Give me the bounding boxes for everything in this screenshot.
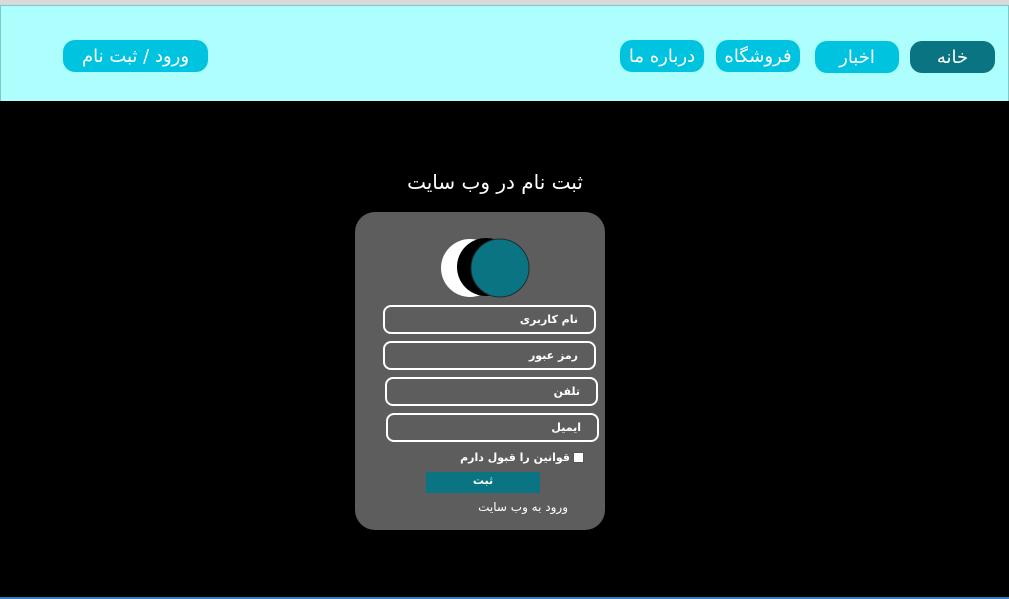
site-header: خانه اخبار فروشگاه درباره ما ورود / ثبت … bbox=[0, 5, 1009, 102]
password-placeholder: رمز عبور bbox=[528, 349, 578, 362]
logo-circle-teal bbox=[470, 238, 530, 298]
page-title: ثبت نام در وب سایت bbox=[407, 170, 583, 194]
phone-field[interactable]: تلفن bbox=[385, 377, 598, 406]
login-link[interactable]: ورود به وب سایت bbox=[460, 500, 568, 514]
password-field[interactable]: رمز عبور bbox=[383, 341, 596, 370]
nav-auth-button[interactable]: ورود / ثبت نام bbox=[63, 40, 208, 72]
username-placeholder: نام کاربری bbox=[519, 313, 578, 326]
phone-placeholder: تلفن bbox=[553, 385, 580, 398]
terms-row: قوانین را قبول دارم bbox=[460, 449, 584, 465]
logo-icon bbox=[441, 238, 530, 298]
email-placeholder: ایمیل bbox=[551, 421, 581, 434]
terms-checkbox[interactable] bbox=[573, 451, 584, 463]
nav-shop-button[interactable]: فروشگاه bbox=[716, 40, 800, 72]
username-field[interactable]: نام کاربری bbox=[383, 305, 596, 334]
submit-button[interactable]: ثبت bbox=[426, 472, 540, 493]
nav-about-button[interactable]: درباره ما bbox=[620, 40, 704, 72]
nav-news-button[interactable]: اخبار bbox=[815, 41, 899, 73]
email-field[interactable]: ایمیل bbox=[386, 413, 599, 442]
terms-label: قوانین را قبول دارم bbox=[460, 450, 570, 464]
nav-home-button[interactable]: خانه bbox=[910, 41, 995, 73]
